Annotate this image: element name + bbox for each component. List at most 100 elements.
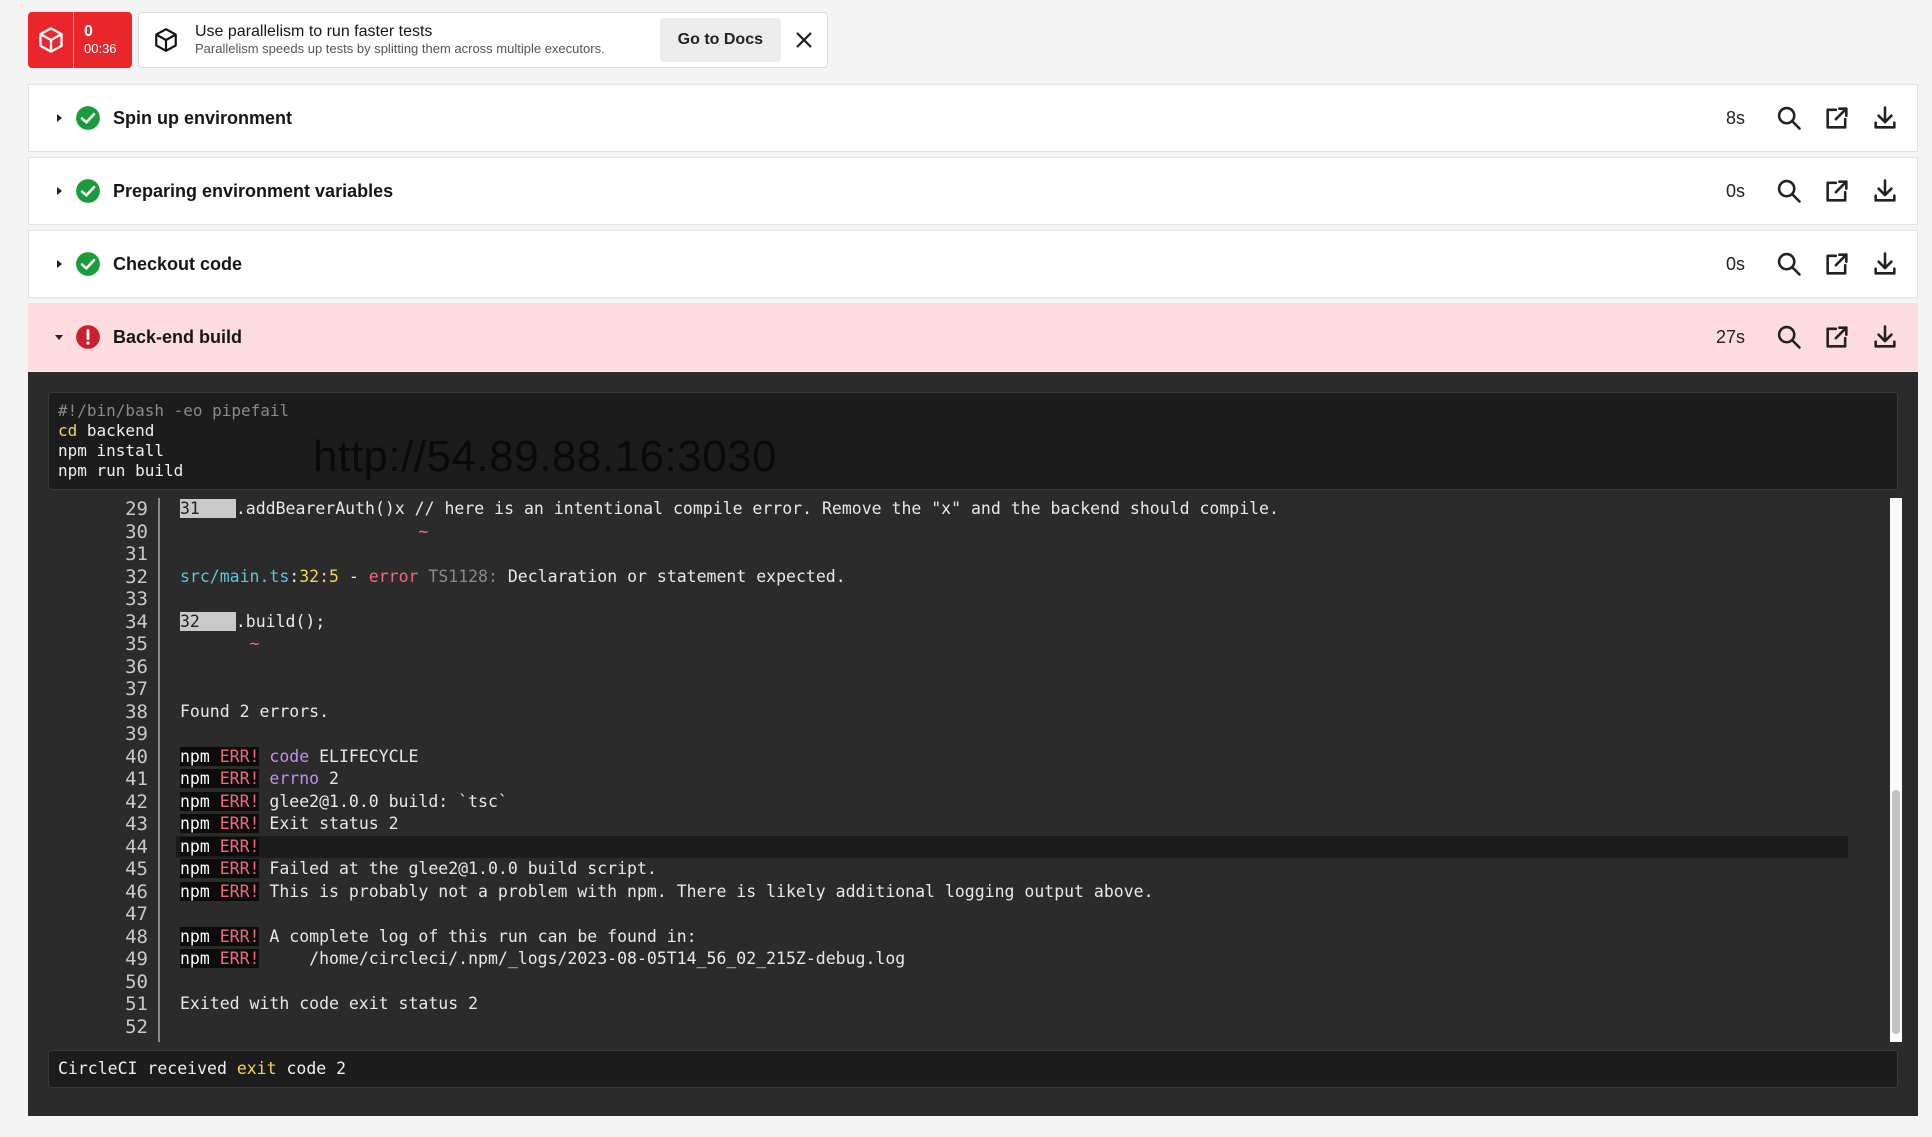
line-number: 49: [125, 948, 148, 970]
log-line: 31 .addBearerAuth()x // here is an intent…: [180, 499, 1279, 518]
cube-icon: [149, 27, 183, 53]
line-number: 41: [125, 768, 148, 790]
status-badge[interactable]: 0 00:36: [28, 12, 132, 68]
job-page: 0 00:36 Use parallelism to run faster te…: [0, 0, 1932, 1137]
log-scrollbar-thumb[interactable]: [1892, 790, 1900, 1034]
line-number: 48: [125, 925, 148, 948]
line-number: 42: [125, 790, 148, 813]
line-number: 32: [125, 565, 148, 588]
step-row[interactable]: Preparing environment variables 0s: [28, 157, 1918, 225]
tip-subtitle: Parallelism speeds up tests by splitting…: [195, 41, 605, 57]
open-external-icon[interactable]: [1813, 104, 1861, 132]
download-icon[interactable]: [1861, 323, 1909, 351]
step-duration: 0s: [1725, 180, 1745, 201]
log-line: npm ERR! errno 2: [180, 769, 339, 788]
download-icon[interactable]: [1861, 250, 1909, 278]
step-row[interactable]: Checkout code 0s: [28, 230, 1918, 298]
log-line: npm ERR! Exit status 2: [180, 814, 399, 833]
command-shebang: #!/bin/bash -eo pipefail: [58, 401, 290, 420]
line-number: 36: [125, 655, 148, 678]
success-check-icon: [76, 106, 100, 130]
error-alert-icon: [76, 325, 100, 349]
log-line: npm ERR! This is probably not a problem …: [180, 881, 1154, 901]
status-count: 0: [84, 23, 93, 41]
log-line: Found 2 errors.: [180, 701, 330, 721]
chevron-right-icon[interactable]: [51, 256, 67, 272]
chevron-down-icon[interactable]: [51, 329, 67, 345]
log-line: npm ERR! Failed at the glee2@1.0.0 build…: [180, 859, 657, 878]
line-number: 34: [125, 610, 148, 633]
exit-code-box: CircleCI received exit code 2: [48, 1050, 1898, 1088]
log-line-highlighted: npm ERR!: [176, 835, 1848, 858]
line-number: 52: [125, 1015, 148, 1038]
chevron-right-icon[interactable]: [51, 183, 67, 199]
open-external-icon[interactable]: [1813, 250, 1861, 278]
search-icon[interactable]: [1765, 104, 1813, 132]
success-check-icon: [76, 179, 100, 203]
success-check-icon: [76, 252, 100, 276]
line-number: 40: [125, 745, 148, 768]
line-number: 46: [125, 880, 148, 903]
chevron-right-icon[interactable]: [51, 110, 67, 126]
log-line: npm ERR! /home/circleci/.npm/_logs/2023-…: [180, 949, 906, 968]
log-output[interactable]: 29 30 31 32 33 34 35 36 37 38 39 40 41 42 43 44 45 46 47 48…: [48, 498, 1898, 1042]
step-name: Checkout code: [113, 253, 243, 274]
line-number: 50: [125, 970, 148, 993]
step-name: Back-end build: [113, 326, 243, 347]
line-number: 47: [125, 903, 148, 925]
log-scrollbar[interactable]: [1890, 498, 1902, 1042]
log-line: 32 .build();: [180, 611, 326, 631]
download-icon[interactable]: [1861, 177, 1909, 205]
line-number: 45: [125, 858, 148, 880]
step-duration: 8s: [1725, 107, 1745, 128]
step-row-failed[interactable]: Back-end build 27s: [28, 303, 1918, 371]
log-panel: #!/bin/bash -eo pipefail cd backend npm …: [28, 372, 1918, 1116]
line-number: 44: [125, 835, 148, 858]
step-row[interactable]: Spin up environment 8s: [28, 84, 1918, 152]
log-line: Exited with code exit status 2: [180, 994, 479, 1013]
line-number: 29: [125, 498, 148, 520]
log-line: ~: [418, 521, 429, 541]
parallelism-tip: Use parallelism to run faster tests Para…: [138, 12, 828, 68]
step-name: Spin up environment: [113, 107, 293, 128]
log-line: src/main.ts:32:5 - error TS1128: Declara…: [180, 566, 846, 586]
line-number: 51: [125, 993, 148, 1015]
open-external-icon[interactable]: [1813, 177, 1861, 205]
line-number: 37: [125, 678, 148, 700]
line-number: 31: [125, 543, 148, 565]
log-line: npm ERR! glee2@1.0.0 build: `tsc`: [180, 791, 508, 811]
go-to-docs-button[interactable]: Go to Docs: [659, 18, 781, 62]
step-duration: 27s: [1715, 326, 1745, 347]
package-icon: [28, 12, 74, 68]
open-external-icon[interactable]: [1813, 323, 1861, 351]
tip-title: Use parallelism to run faster tests: [195, 22, 433, 40]
line-number: 38: [125, 700, 148, 723]
log-line: npm ERR! A complete log of this run can …: [180, 926, 697, 946]
download-icon[interactable]: [1861, 104, 1909, 132]
search-icon[interactable]: [1765, 177, 1813, 205]
line-number: 43: [125, 813, 148, 835]
top-bar: 0 00:36 Use parallelism to run faster te…: [28, 12, 828, 68]
close-icon[interactable]: [791, 27, 817, 53]
line-number: 35: [125, 633, 148, 655]
status-time: 00:36: [84, 40, 117, 56]
line-number: 33: [125, 588, 148, 610]
log-lines: 31 .addBearerAuth()x // here is an intent…: [176, 498, 1860, 1039]
step-name: Preparing environment variables: [113, 180, 394, 201]
command-box[interactable]: #!/bin/bash -eo pipefail cd backend npm …: [48, 392, 1898, 490]
line-number-gutter: 29 30 31 32 33 34 35 36 37 38 39 40 41 42 43 44 45 46 47 48…: [48, 498, 160, 1042]
url-watermark: http://54.89.88.16:3030: [313, 432, 778, 481]
step-duration: 0s: [1725, 253, 1745, 274]
log-line: npm ERR! code ELIFECYCLE: [180, 746, 419, 766]
search-icon[interactable]: [1765, 323, 1813, 351]
search-icon[interactable]: [1765, 250, 1813, 278]
line-number: 39: [125, 723, 148, 745]
